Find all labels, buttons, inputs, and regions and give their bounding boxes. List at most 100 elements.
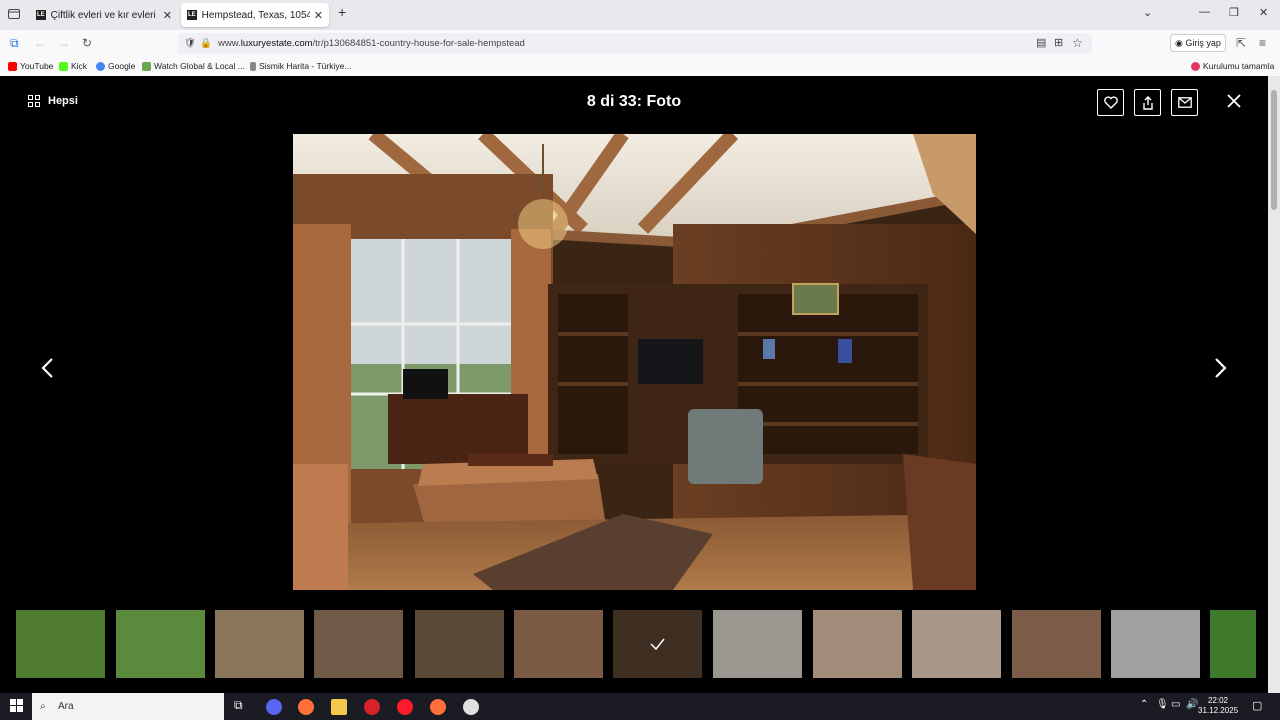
extensions-icon[interactable]: ⇱ <box>1236 36 1246 50</box>
next-photo-button[interactable] <box>1210 356 1230 380</box>
thumbnail-garden[interactable] <box>1210 610 1256 678</box>
google-icon <box>96 61 105 71</box>
file-explorer-icon[interactable] <box>331 699 347 715</box>
close-gallery-button[interactable] <box>1224 91 1244 111</box>
opera-icon[interactable] <box>397 699 413 715</box>
bookmark-kick[interactable]: Kick <box>59 61 87 71</box>
taskbar-search[interactable]: ⌕ Ara <box>32 693 224 720</box>
kick-icon <box>59 61 68 71</box>
heart-icon <box>1103 96 1118 109</box>
tab-close-icon[interactable]: ✕ <box>314 9 323 22</box>
mail-icon <box>1177 97 1192 108</box>
thumbnail-bath-2[interactable] <box>1111 610 1200 678</box>
bookmark-label: Google <box>108 61 136 71</box>
check-icon <box>650 638 665 651</box>
bookmark-star-icon[interactable]: ☆ <box>1072 33 1083 54</box>
thumbnail-pool-aerial[interactable] <box>116 610 205 678</box>
bookmarks-bar: YouTube Kick Google Watch Global & Local… <box>0 56 1280 76</box>
bookmark-label: YouTube <box>20 61 54 71</box>
extension-setup[interactable]: Kurulumu tamamla <box>1191 61 1274 71</box>
clock-time: 22:02 <box>1207 696 1229 705</box>
start-button[interactable] <box>10 699 23 717</box>
microphone-icon[interactable]: 🎙 <box>1156 699 1169 710</box>
clock-date: 31.12.2025 <box>1198 706 1239 715</box>
firefox-icon[interactable] <box>298 699 314 715</box>
signin-button[interactable]: ◉ Giriş yap <box>1170 34 1226 52</box>
window-close-icon[interactable]: ✕ <box>1259 6 1268 19</box>
nav-bar: ⧉ ← → ↻ 🛡 🔒 www.luxuryestate.com/tr/p130… <box>0 30 1280 56</box>
chrome-icon[interactable] <box>463 699 479 715</box>
main-photo[interactable] <box>293 134 976 590</box>
tab-bar: LE Çiftlik evleri ve kır evleri satılık … <box>0 0 1280 30</box>
tab-close-icon[interactable]: ✕ <box>163 9 172 22</box>
photo-gallery-viewer: Hepsi 8 di 33: Foto <box>0 76 1268 693</box>
tab-label: Çiftlik evleri ve kır evleri satılık A <box>50 9 159 21</box>
browser-chrome: LE Çiftlik evleri ve kır evleri satılık … <box>0 0 1280 76</box>
windows-logo-icon <box>10 699 23 712</box>
thumbnail-living-room[interactable] <box>514 610 603 678</box>
share-icon <box>1142 95 1153 110</box>
bookmark-label: Watch Global & Local ... <box>154 61 245 71</box>
signin-label: Giriş yap <box>1185 38 1221 48</box>
translate-icon[interactable]: ⊞ <box>1054 33 1063 54</box>
firefox-alt-icon[interactable] <box>430 699 446 715</box>
tab-hempstead[interactable]: LE Hempstead, Texas, 1054 m2 sat ✕ <box>181 3 329 27</box>
scrollbar-thumb[interactable] <box>1271 90 1277 210</box>
thumbnail-dining[interactable] <box>415 610 504 678</box>
tab-favicon: LE <box>36 10 46 20</box>
email-button[interactable] <box>1171 89 1198 116</box>
tab-list-chevron-icon[interactable]: ⌄ <box>1143 6 1152 19</box>
bookmark-sismik[interactable]: Sismik Harita - Türkiye... <box>250 61 351 71</box>
thumbnail-bedroom-2[interactable] <box>813 610 902 678</box>
discord-icon[interactable] <box>266 699 282 715</box>
favorite-button[interactable] <box>1097 89 1124 116</box>
notifications-icon[interactable]: ▢ <box>1252 699 1262 712</box>
restore-icon[interactable]: ❐ <box>1229 6 1239 19</box>
opera-gx-icon[interactable] <box>364 699 380 715</box>
thumbnail-porch[interactable] <box>215 610 304 678</box>
new-tab-icon[interactable]: + <box>338 4 346 20</box>
bookmark-google[interactable]: Google <box>96 61 135 71</box>
bookmark-watch[interactable]: Watch Global & Local ... <box>142 61 245 71</box>
extension-icon <box>1191 61 1200 71</box>
close-icon <box>1227 94 1241 108</box>
bookmark-label: Kick <box>71 61 88 71</box>
back-icon[interactable]: ← <box>34 36 46 50</box>
page-scrollbar[interactable] <box>1268 76 1280 693</box>
tab-label: Hempstead, Texas, 1054 m2 sat <box>201 9 310 21</box>
thumbnail-aerial-view[interactable] <box>16 610 105 678</box>
thumbnail-bathroom[interactable] <box>912 610 1001 678</box>
address-bar[interactable]: 🛡 🔒 www.luxuryestate.com/tr/p130684851-c… <box>178 33 1092 54</box>
tab-ciftlik[interactable]: LE Çiftlik evleri ve kır evleri satılık … <box>30 3 178 27</box>
network-icon[interactable]: ▭ <box>1171 699 1180 710</box>
tv-icon <box>142 61 151 71</box>
chevron-right-icon <box>1215 358 1227 378</box>
thumbnail-bedroom-1[interactable] <box>713 610 802 678</box>
thumbnail-bedroom-3[interactable] <box>1012 610 1101 678</box>
share-button[interactable] <box>1134 89 1161 116</box>
account-icon: ◉ <box>1175 38 1183 48</box>
tray-chevron-icon[interactable]: ⌃ <box>1140 699 1148 710</box>
windows-taskbar: ⌕ Ara ⧉ ⌃ 🎙 ▭ 🔊 22:02 31.12.2025 ▢ <box>0 693 1280 720</box>
search-placeholder: Ara <box>58 701 74 712</box>
task-view-icon[interactable]: ⧉ <box>234 698 243 713</box>
lock-icon: 🔒 <box>200 38 212 49</box>
search-icon: ⌕ <box>40 701 46 712</box>
minimize-icon[interactable]: — <box>1199 6 1210 18</box>
reload-icon[interactable]: ↻ <box>82 36 92 50</box>
thumbnail-study-selected[interactable] <box>613 610 702 678</box>
previous-photo-button[interactable] <box>38 356 58 380</box>
sidebar-toggle-icon[interactable]: ⧉ <box>10 36 19 51</box>
system-clock[interactable]: 22:02 31.12.2025 <box>1198 696 1238 716</box>
shield-icon[interactable]: 🛡 <box>184 33 196 54</box>
bookmark-youtube[interactable]: YouTube <box>8 61 53 71</box>
url-prefix: www. <box>218 38 241 49</box>
forward-icon[interactable]: → <box>58 36 70 50</box>
reader-view-icon[interactable]: ▤ <box>1036 33 1046 54</box>
tab-overview-icon[interactable] <box>8 8 20 22</box>
tab-favicon: LE <box>187 10 197 20</box>
bookmark-label: Sismik Harita - Türkiye... <box>259 61 352 71</box>
volume-icon[interactable]: 🔊 <box>1186 699 1198 710</box>
thumbnail-kitchen[interactable] <box>314 610 403 678</box>
menu-icon[interactable]: ≡ <box>1259 36 1266 50</box>
